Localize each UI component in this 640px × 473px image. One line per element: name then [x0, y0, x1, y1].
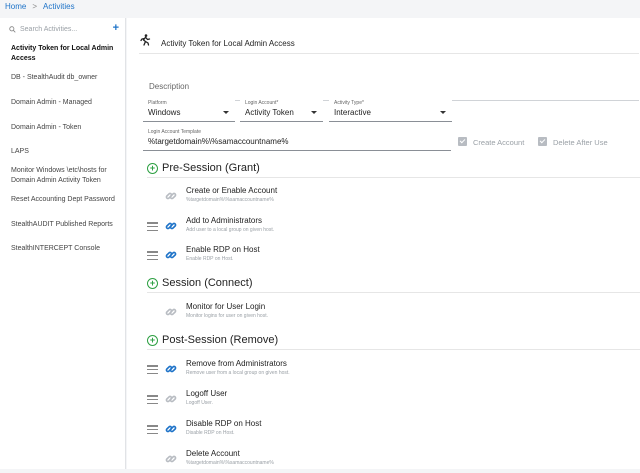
action-add-to-administrators[interactable]: Add to Administrators Add user to a loca…: [147, 216, 640, 240]
action-desc: Monitor logins for user on given host.: [186, 313, 268, 319]
sidebar-item-laps[interactable]: LAPS: [11, 147, 121, 157]
action-desc: Add user to a local group on given host.: [186, 227, 275, 233]
activity-title: Activity Token for Local Admin Access: [161, 39, 295, 48]
action-name: Monitor for User Login: [186, 302, 266, 311]
sidebar-item-monitor-hosts[interactable]: Monitor Windows \etc\hosts for Domain Ad…: [11, 166, 121, 185]
post-session-section-header: + Post-Session (Remove): [147, 333, 640, 350]
chevron-down-icon: [311, 111, 317, 114]
sidebar-item-domain-admin-token[interactable]: Domain Admin - Token: [11, 123, 121, 133]
sidebar-item-db-stealthaudit[interactable]: DB - StealthAudit db_owner: [11, 73, 121, 83]
platform-select[interactable]: Platform Windows: [143, 97, 235, 122]
link-icon: [165, 308, 177, 316]
plus-circle-icon[interactable]: +: [147, 163, 158, 174]
platform-value: Windows: [148, 108, 181, 117]
action-create-enable-account[interactable]: Create or Enable Account %targetdomain%\…: [147, 186, 640, 210]
action-disable-rdp[interactable]: Disable RDP on Host Disable RDP on Host.: [147, 419, 640, 443]
activity-name-row[interactable]: Activity Token for Local Admin Access: [139, 31, 639, 54]
action-name: Delete Account: [186, 449, 240, 458]
post-session-title: Post-Session (Remove): [162, 334, 279, 346]
action-desc: Enable RDP on Host.: [186, 256, 234, 262]
action-name: Add to Administrators: [186, 216, 263, 225]
activity-type-label: Activity Type*: [334, 100, 364, 106]
activity-editor: Activity Token for Local Admin Access De…: [127, 18, 640, 469]
session-title: Session (Connect): [162, 277, 253, 289]
pre-session-title: Pre-Session (Grant): [162, 162, 260, 174]
action-name: Logoff User: [186, 389, 228, 398]
action-name: Create or Enable Account: [186, 186, 278, 195]
action-logoff-user[interactable]: Logoff User Logoff User.: [147, 389, 640, 413]
link-icon: [165, 425, 177, 433]
pre-session-section-header: + Pre-Session (Grant): [147, 161, 640, 178]
action-monitor-user-login[interactable]: Monitor for User Login Monitor logins fo…: [147, 302, 640, 326]
action-delete-account[interactable]: Delete Account %targetdomain%\%samaccoun…: [147, 449, 640, 473]
sidebar-item-stealthaudit-reports[interactable]: StealthAUDIT Published Reports: [11, 220, 121, 230]
activity-type-select[interactable]: Activity Type* Interactive: [329, 97, 452, 122]
chevron-down-icon: [223, 111, 229, 114]
delete-after-use-checkbox[interactable]: [538, 137, 547, 146]
action-desc: %targetdomain%\%samaccountname%: [186, 197, 274, 203]
search-placeholder: Search Activities...: [20, 26, 78, 33]
action-name: Enable RDP on Host: [186, 245, 260, 254]
breadcrumb-home-link[interactable]: Home: [5, 2, 26, 11]
link-icon: [165, 192, 177, 200]
action-desc: Disable RDP on Host.: [186, 430, 235, 436]
sidebar-item-stealthintercept[interactable]: StealthINTERCEPT Console: [11, 244, 121, 254]
sidebar-item-reset-accounting[interactable]: Reset Accounting Dept Password: [11, 195, 121, 205]
breadcrumb-separator: >: [32, 2, 38, 11]
action-name: Disable RDP on Host: [186, 419, 262, 428]
login-account-select[interactable]: Login Account* Activity Token: [240, 97, 323, 122]
login-account-value: Activity Token: [245, 108, 294, 117]
breadcrumb: Home > Activities: [5, 2, 75, 11]
search-input[interactable]: Search Activities... +: [5, 22, 119, 39]
action-desc: %targetdomain%\%samaccountname%: [186, 460, 274, 466]
plus-circle-icon[interactable]: +: [147, 278, 158, 289]
activities-sidebar: Search Activities... + Activity Token fo…: [0, 18, 126, 469]
action-remove-from-administrators[interactable]: Remove from Administrators Remove user f…: [147, 359, 640, 383]
link-icon: [165, 251, 177, 259]
description-placeholder: Description: [149, 82, 190, 91]
sidebar-item-domain-admin-managed[interactable]: Domain Admin - Managed: [11, 98, 121, 108]
create-account-label: Create Account: [473, 138, 525, 147]
drag-handle-icon[interactable]: [147, 365, 158, 375]
action-desc: Remove user from a local group on given …: [186, 370, 290, 376]
session-section-header: + Session (Connect): [147, 276, 640, 293]
login-template-label: Login Account Template: [148, 129, 202, 135]
plus-circle-icon[interactable]: +: [147, 335, 158, 346]
action-desc: Logoff User.: [186, 400, 213, 406]
drag-handle-icon[interactable]: [147, 222, 158, 232]
sidebar-item-activity-token-local-admin[interactable]: Activity Token for Local Admin Access: [11, 44, 121, 63]
drag-handle-icon[interactable]: [147, 395, 158, 405]
link-icon: [165, 222, 177, 230]
breadcrumb-activities-link[interactable]: Activities: [43, 2, 75, 11]
runner-icon: [140, 34, 151, 46]
chevron-down-icon: [440, 111, 446, 114]
create-account-checkbox[interactable]: [458, 137, 467, 146]
platform-label: Platform: [148, 100, 167, 106]
drag-handle-icon[interactable]: [147, 425, 158, 435]
login-template-value: %targetdomain%\%samaccountname%: [148, 137, 289, 146]
link-icon: [165, 395, 177, 403]
login-account-label: Login Account*: [245, 100, 279, 106]
link-icon: [165, 455, 177, 463]
drag-handle-icon[interactable]: [147, 251, 158, 261]
search-icon: [9, 26, 16, 33]
action-enable-rdp[interactable]: Enable RDP on Host Enable RDP on Host.: [147, 245, 640, 269]
activity-type-value: Interactive: [334, 108, 371, 117]
login-account-template-field[interactable]: Login Account Template %targetdomain%\%s…: [143, 126, 451, 151]
action-name: Remove from Administrators: [186, 359, 287, 368]
add-activity-button[interactable]: +: [113, 22, 119, 34]
delete-after-use-label: Delete After Use: [553, 138, 608, 147]
link-icon: [165, 365, 177, 373]
